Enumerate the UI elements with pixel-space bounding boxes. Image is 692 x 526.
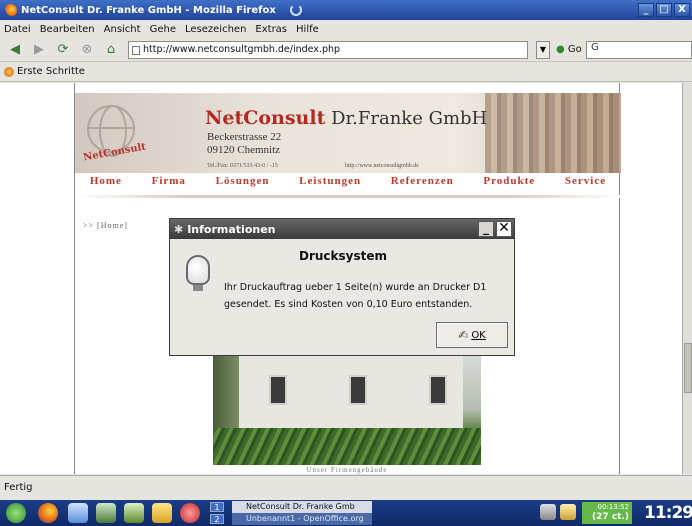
phone-fax: Tel./Fax: 0371/533 43-0 / -15 [207, 163, 278, 169]
dialog-menu-icon[interactable]: ✱ [174, 223, 183, 236]
dialog-minimize-button[interactable]: _ [478, 221, 494, 237]
window-graphic [269, 375, 287, 405]
dialog-message: Ihr Druckauftrag ueber 1 Seite(n) wurde … [224, 282, 487, 310]
reload-icon[interactable]: ⟳ [52, 41, 74, 59]
hedge-graphic [213, 428, 481, 465]
menu-gehe[interactable]: Gehe [150, 24, 176, 35]
ok-pen-icon: ✍ [458, 328, 469, 342]
window-graphic [429, 375, 447, 405]
menu-lesezeichen[interactable]: Lesezeichen [185, 24, 246, 35]
nav-loesungen[interactable]: Lösungen [216, 175, 270, 191]
menu-bar: Datei Bearbeiten Ansicht Gehe Lesezeiche… [0, 20, 692, 38]
taskbar: 1 2 NetConsult Dr. Franke Gmb Unbenannt1… [0, 500, 692, 526]
street: Beckerstrasse 22 [207, 131, 282, 143]
nav-leistungen[interactable]: Leistungen [299, 175, 361, 191]
url-dropdown-icon[interactable]: ▼ [536, 41, 550, 59]
url-input[interactable]: http://www.netconsultgmbh.de/index.php [128, 41, 528, 59]
window-graphic [349, 375, 367, 405]
bookshelf-graphic [485, 93, 621, 173]
site-header: NetConsult NetConsult Dr.Franke GmbH Bec… [75, 93, 621, 173]
nav-referenzen[interactable]: Referenzen [391, 175, 454, 191]
bookmark-icon [4, 66, 14, 77]
tray-network-icon[interactable] [540, 504, 556, 520]
site-nav: Home Firma Lösungen Leistungen Referenze… [75, 175, 621, 191]
menu-extras[interactable]: Extras [255, 24, 287, 35]
forward-arrow-icon[interactable]: ▶ [28, 41, 50, 59]
website: http://www.netconsultgmbh.de [345, 163, 419, 169]
title-bar: NetConsult Dr. Franke GmbH - Mozilla Fir… [0, 0, 692, 20]
building-graphic [233, 353, 463, 431]
writer-icon[interactable] [96, 503, 116, 523]
network-icon[interactable] [68, 503, 88, 523]
help-icon[interactable] [180, 503, 200, 523]
maximize-button[interactable]: □ [656, 3, 672, 17]
nav-service[interactable]: Service [565, 175, 606, 191]
task-firefox[interactable]: NetConsult Dr. Franke Gmb [232, 501, 372, 513]
dialog-heading: Drucksystem [298, 249, 387, 263]
url-text: http://www.netconsultgmbh.de/index.php [143, 44, 341, 55]
nav-divider [75, 195, 621, 198]
page-icon [132, 46, 140, 55]
breadcrumb: >> [Home] [83, 221, 128, 230]
dialog-title-bar: ✱ Informationen _ ✕ [170, 219, 514, 239]
search-input[interactable]: G [586, 41, 692, 59]
menu-hilfe[interactable]: Hilfe [296, 24, 319, 35]
ok-button[interactable]: ✍ OK [436, 322, 508, 348]
vertical-scrollbar[interactable] [682, 83, 692, 474]
bookmarks-toolbar: Erste Schritte [0, 62, 692, 82]
dialog-title: Informationen [187, 222, 276, 236]
print-cost-counter: 00:13:52 (27 ct.) [582, 502, 632, 524]
clock: 11:29 [644, 503, 692, 523]
tray-clipboard-icon[interactable] [560, 504, 576, 520]
brand-name: NetConsult [205, 107, 326, 129]
menu-ansicht[interactable]: Ansicht [104, 24, 141, 35]
workspace-switcher[interactable]: 1 2 [210, 502, 224, 524]
loading-spinner-icon [289, 4, 302, 16]
timer-text: 00:13:52 [597, 503, 629, 511]
site-brand: NetConsult Dr.Franke GmbH [205, 107, 487, 129]
menu-datei[interactable]: Datei [4, 24, 31, 35]
back-arrow-icon[interactable]: ◀ [4, 41, 26, 59]
minimize-button[interactable]: _ [638, 3, 654, 17]
calc-icon[interactable] [124, 503, 144, 523]
nav-home[interactable]: Home [90, 175, 122, 191]
workspace-1[interactable]: 1 [210, 502, 224, 512]
ok-label: OK [471, 329, 486, 341]
company-building-photo [213, 353, 481, 465]
stop-icon[interactable]: ⊗ [76, 41, 98, 59]
navigation-toolbar: ◀ ▶ ⟳ ⊗ ⌂ http://www.netconsultgmbh.de/i… [0, 38, 692, 62]
firefox-launcher-icon[interactable] [38, 503, 58, 523]
window-title: NetConsult Dr. Franke GmbH - Mozilla Fir… [21, 4, 276, 16]
scroll-thumb[interactable] [684, 343, 692, 393]
photo-caption: Unser Firmengebäude [306, 466, 388, 474]
firefox-icon [4, 3, 17, 17]
bookmark-erste-schritte[interactable]: Erste Schritte [17, 66, 85, 77]
workspace-2[interactable]: 2 [210, 514, 224, 524]
cost-text: (27 ct.) [592, 512, 629, 522]
menu-bearbeiten[interactable]: Bearbeiten [40, 24, 95, 35]
city: 09120 Chemnitz [207, 144, 281, 156]
status-bar: Fertig [0, 475, 692, 500]
start-menu-icon[interactable] [6, 503, 26, 523]
go-button[interactable]: ● Go [556, 41, 582, 59]
info-dialog: ✱ Informationen _ ✕ Drucksystem Ihr Druc… [169, 218, 515, 356]
brand-rest: Dr.Franke GmbH [331, 108, 488, 129]
close-button[interactable]: X [674, 3, 690, 17]
nav-firma[interactable]: Firma [152, 175, 186, 191]
home-icon[interactable]: ⌂ [100, 41, 122, 59]
nav-produkte[interactable]: Produkte [483, 175, 535, 191]
go-icon: ● [556, 44, 565, 55]
task-openoffice[interactable]: Unbenannt1 - OpenOffice.org [232, 513, 372, 525]
folder-icon[interactable] [152, 503, 172, 523]
dialog-close-button[interactable]: ✕ [496, 221, 512, 237]
site-address: Beckerstrasse 22 09120 Chemnitz [207, 131, 281, 157]
